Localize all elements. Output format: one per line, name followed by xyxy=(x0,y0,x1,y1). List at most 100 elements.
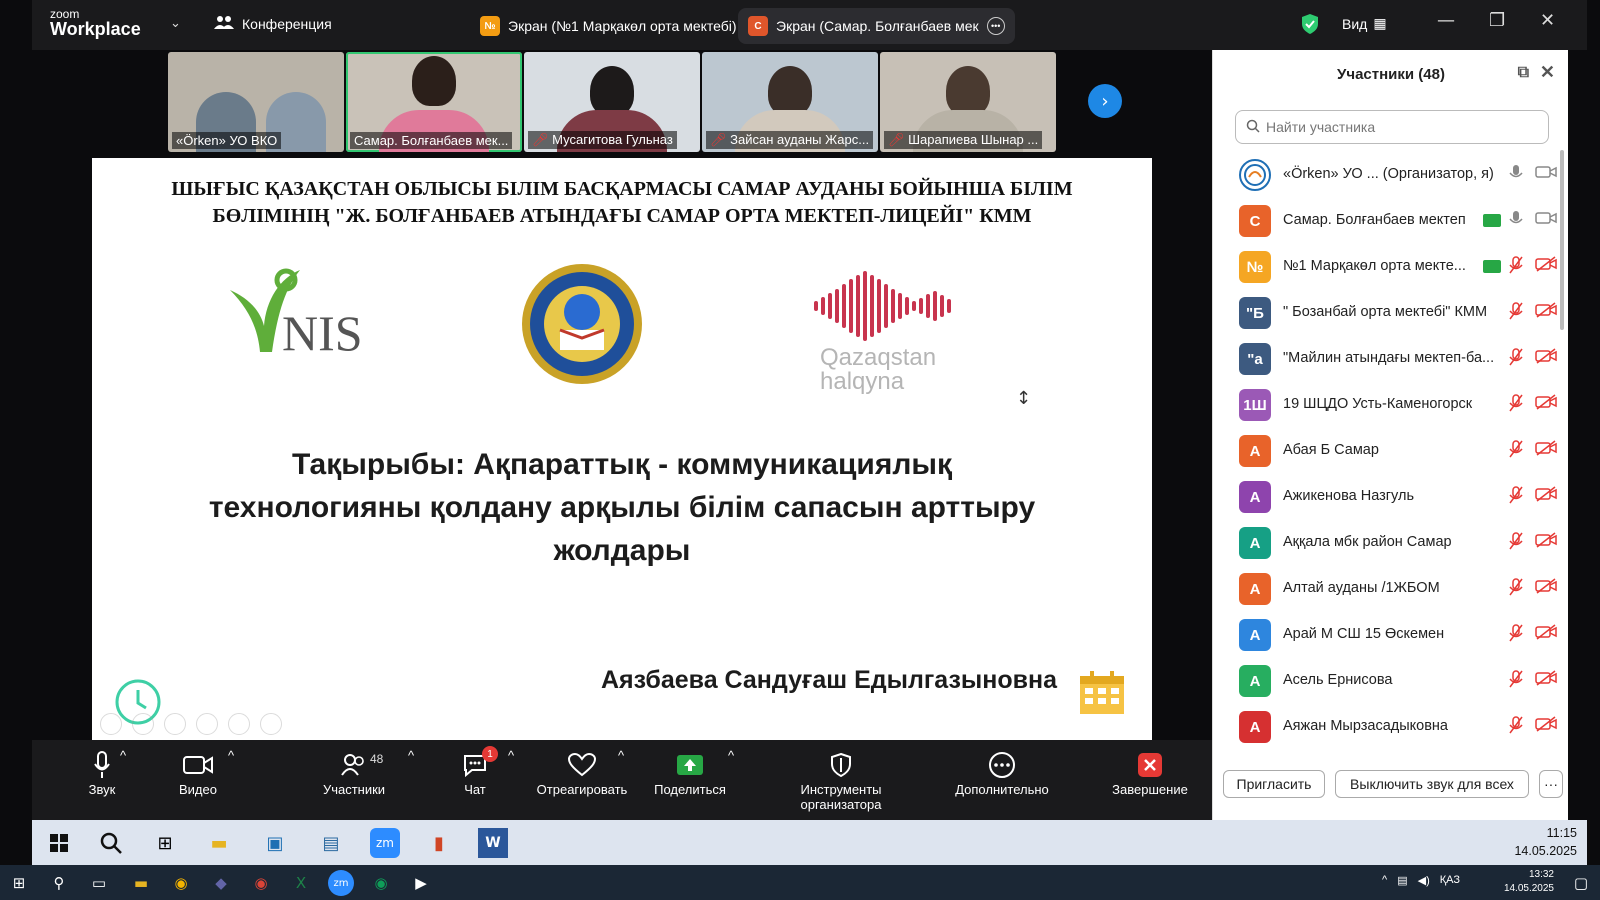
app-icon[interactable]: ▣ xyxy=(260,828,290,858)
invite-button[interactable]: Пригласить xyxy=(1223,770,1325,798)
excel-icon[interactable]: X xyxy=(288,870,314,896)
mute-all-button[interactable]: Выключить звук для всех xyxy=(1335,770,1529,798)
microphone-icon[interactable] xyxy=(1509,210,1523,232)
task-view-icon[interactable]: ▭ xyxy=(86,870,112,896)
close-icon[interactable]: ✕ xyxy=(1540,10,1555,31)
camera-off-icon[interactable] xyxy=(1535,256,1557,276)
participant-row[interactable]: № №1 Марқакөл орта мекте... xyxy=(1213,244,1569,290)
next-slide-icon[interactable] xyxy=(132,713,154,735)
more-options-icon[interactable] xyxy=(260,713,282,735)
next-page-button[interactable]: › xyxy=(1088,84,1122,118)
camera-off-icon[interactable] xyxy=(1535,578,1557,598)
slides-icon[interactable] xyxy=(196,713,218,735)
chevron-up-icon[interactable]: ^ xyxy=(728,748,734,763)
microphone-icon[interactable] xyxy=(1509,164,1523,186)
chevron-up-icon[interactable]: ^ xyxy=(408,748,414,763)
camera-off-icon[interactable] xyxy=(1535,670,1557,690)
chevron-up-icon[interactable]: ^ xyxy=(228,748,234,763)
mic-muted-icon[interactable] xyxy=(1509,716,1523,738)
pen-icon[interactable] xyxy=(164,713,186,735)
thumbnail-video[interactable]: 🎤︎ Шарапиева Шынар ... xyxy=(880,52,1056,152)
conference-menu[interactable]: Конференция xyxy=(214,14,332,33)
windows-start-icon[interactable] xyxy=(44,828,74,858)
chrome-icon[interactable]: ◉ xyxy=(368,870,394,896)
chevron-up-icon[interactable]: ^ xyxy=(120,748,126,763)
zoom-app-icon[interactable]: zm xyxy=(328,870,354,896)
participant-row[interactable]: "а "Майлин атындағы мектеп-ба... xyxy=(1213,336,1569,382)
tab-screen-2[interactable]: С Экран (Самар. Болғанбаев мек ••• xyxy=(738,8,1015,44)
file-explorer-icon[interactable]: ▬ xyxy=(128,870,154,896)
share-screen-button[interactable]: Поделиться xyxy=(650,748,730,797)
prev-slide-icon[interactable] xyxy=(100,713,122,735)
participant-row[interactable]: 1Ш 19 ШЦДО Усть-Каменогорск xyxy=(1213,382,1569,428)
mic-muted-icon[interactable] xyxy=(1509,348,1523,370)
close-panel-icon[interactable]: ✕ xyxy=(1540,62,1555,83)
powerpoint-icon[interactable]: ▮ xyxy=(424,828,454,858)
word-icon[interactable]: W xyxy=(478,828,508,858)
participant-row[interactable]: А Асель Ернисова xyxy=(1213,658,1569,704)
restore-icon[interactable]: ❐ xyxy=(1489,10,1505,31)
participant-row[interactable]: «Örken» УО ... (Организатор, я) xyxy=(1213,152,1569,198)
participant-row[interactable]: "Б " Бозанбай орта мектебі" КММ xyxy=(1213,290,1569,336)
camera-off-icon[interactable] xyxy=(1535,716,1557,736)
camera-off-icon[interactable] xyxy=(1535,394,1557,414)
chrome-icon[interactable]: ◉ xyxy=(248,870,274,896)
host-tools-button[interactable]: Инструменты организатора xyxy=(766,748,916,812)
participant-row[interactable]: А Ажикенова Назгуль xyxy=(1213,474,1569,520)
tab-screen-1[interactable]: № Экран (№1 Марқакөл орта мектебі) xyxy=(470,8,747,44)
camera-off-icon[interactable] xyxy=(1535,440,1557,460)
participant-row[interactable]: А Абая Б Самар xyxy=(1213,428,1569,474)
participant-row[interactable]: А Арай М СШ 15 Өскемен xyxy=(1213,612,1569,658)
pop-out-icon[interactable]: ⧉ xyxy=(1518,64,1529,82)
view-menu[interactable]: Вид ▦ xyxy=(1342,15,1387,32)
participant-row[interactable]: А Аққала мбк район Самар xyxy=(1213,520,1569,566)
mic-muted-icon[interactable] xyxy=(1509,440,1523,462)
more-button[interactable]: Дополнительно xyxy=(950,748,1054,797)
mic-muted-icon[interactable] xyxy=(1509,256,1523,278)
search-icon[interactable] xyxy=(96,828,126,858)
thumbnail-video[interactable]: 🎤︎ Мусагитова Гульназ xyxy=(524,52,700,152)
panel-scrollbar[interactable] xyxy=(1560,150,1564,330)
end-meeting-button[interactable]: Завершение xyxy=(1108,748,1192,797)
camera-off-icon[interactable] xyxy=(1535,532,1557,552)
minimize-icon[interactable]: — xyxy=(1437,10,1455,31)
search-icon[interactable]: ⚲ xyxy=(46,870,72,896)
mic-muted-icon[interactable] xyxy=(1509,670,1523,692)
local-clock[interactable]: 13:32 14.05.2025 xyxy=(1504,868,1554,896)
camera-icon[interactable] xyxy=(1535,210,1557,230)
camera-off-icon[interactable] xyxy=(1535,624,1557,644)
mic-muted-icon[interactable] xyxy=(1509,302,1523,324)
teams-icon[interactable]: ◆ xyxy=(208,870,234,896)
chat-button[interactable]: 1 Чат xyxy=(450,746,500,797)
participant-search[interactable]: Найти участника xyxy=(1235,110,1549,144)
mic-muted-icon[interactable] xyxy=(1509,532,1523,554)
mic-muted-icon[interactable] xyxy=(1509,578,1523,600)
language-indicator[interactable]: ҚАЗ xyxy=(1440,874,1460,887)
participants-button[interactable]: 48 Участники xyxy=(314,748,394,797)
thumbnail-video[interactable]: Самар. Болғанбаев мек... xyxy=(346,52,522,152)
windows-start-icon[interactable]: ⊞ xyxy=(6,870,32,896)
chrome-icon[interactable]: ◉ xyxy=(168,870,194,896)
file-explorer-icon[interactable]: ▬ xyxy=(204,828,234,858)
chevron-up-icon[interactable]: ^ xyxy=(508,748,514,763)
camera-off-icon[interactable] xyxy=(1535,486,1557,506)
participant-row[interactable]: С Самар. Болғанбаев мектеп xyxy=(1213,198,1569,244)
participant-row[interactable]: А Алтай ауданы /1ЖБОМ xyxy=(1213,566,1569,612)
chevron-up-icon[interactable]: ^ xyxy=(1382,874,1387,887)
video-button[interactable]: Видео xyxy=(168,748,228,797)
react-button[interactable]: Отреагировать xyxy=(532,748,632,797)
zoom-icon[interactable] xyxy=(228,713,250,735)
camera-off-icon[interactable] xyxy=(1535,302,1557,322)
mic-muted-icon[interactable] xyxy=(1509,624,1523,646)
camera-off-icon[interactable] xyxy=(1535,348,1557,368)
participant-row[interactable]: А Аяжан Мырзасадыковна xyxy=(1213,704,1569,750)
mic-muted-icon[interactable] xyxy=(1509,394,1523,416)
chevron-down-icon[interactable]: ⌄ xyxy=(170,16,181,31)
zoom-app-icon[interactable]: zm xyxy=(370,828,400,858)
network-icon[interactable]: ▤ xyxy=(1397,874,1407,887)
thumbnail-video[interactable]: «Örken» УО ВКО xyxy=(168,52,344,152)
zoom-logo[interactable]: zoom Workplace xyxy=(50,8,141,38)
app-icon[interactable]: ▤ xyxy=(316,828,346,858)
chevron-up-icon[interactable]: ^ xyxy=(618,748,624,763)
camera-icon[interactable] xyxy=(1535,164,1557,184)
